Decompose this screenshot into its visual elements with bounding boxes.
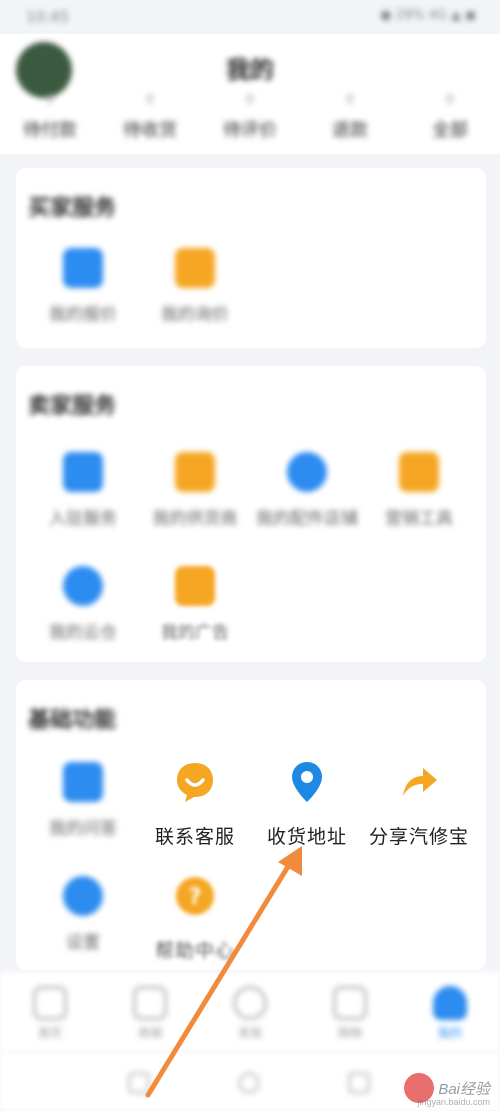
menu-item-share-app[interactable]: 分享汽修宝 — [364, 760, 474, 860]
share-arrow-icon — [403, 768, 437, 796]
menu-item-marketing-tools[interactable]: 营销工具 — [364, 452, 474, 552]
tab-label: 购物 — [337, 1026, 362, 1040]
menu-item-label: 我的问答 — [49, 819, 117, 839]
menu-item-label: 联系客服 — [154, 826, 235, 848]
stat-label: 退款 — [332, 120, 368, 141]
tab-mine[interactable]: 我的 — [400, 972, 500, 1052]
tab-label: 首页 — [37, 1026, 62, 1040]
location-pin-icon — [292, 762, 322, 802]
order-stats: 0 待付款 0 待收货 0 待评价 0 退款 0 全部 — [0, 92, 500, 142]
menu-item-label: 设置 — [66, 933, 100, 953]
menu-item-my-quotes[interactable]: 我的报价 — [28, 248, 138, 348]
menu-item-label: 我的供货商 — [152, 509, 238, 529]
recents-icon[interactable] — [128, 1072, 150, 1094]
status-bar: 10:45 ● 28% 4G ▲ ◼ — [0, 0, 500, 34]
menu-item-label: 我的配件店铺 — [256, 509, 358, 529]
menu-item-my-parts-shop[interactable]: 我的配件店铺 — [252, 452, 362, 552]
stat-label: 待付款 — [23, 120, 77, 141]
tab-label: 商城 — [137, 1026, 162, 1040]
menu-item-label: 我的询价 — [161, 305, 229, 325]
cloud-icon — [63, 566, 103, 606]
stat-label: 待收货 — [123, 120, 177, 141]
help-icon: ? — [176, 877, 214, 915]
tab-mall[interactable]: 商城 — [100, 972, 200, 1052]
profile-header: 我的 0 待付款 0 待收货 0 待评价 0 退款 0 全部 — [0, 34, 500, 154]
stat-count: 0 — [446, 92, 454, 106]
tools-icon — [399, 452, 439, 492]
message-icon — [175, 248, 215, 288]
compass-icon — [233, 986, 267, 1020]
stat-pending-review[interactable]: 0 待评价 — [200, 92, 300, 142]
bottom-tab-bar: 首页 商城 发现 购物 我的 — [0, 972, 500, 1052]
home-icon — [33, 986, 67, 1020]
menu-item-help-center[interactable]: ? 帮助中心 — [140, 874, 250, 974]
section-title: 买家服务 — [28, 196, 117, 221]
menu-item-my-cloud-warehouse[interactable]: 我的云仓 — [28, 566, 138, 666]
menu-item-my-ads[interactable]: 我的广告 — [140, 566, 250, 666]
section-title: 基础功能 — [28, 708, 117, 733]
watermark-url: jingyan.baidu.com — [417, 1097, 490, 1107]
shop-icon — [287, 452, 327, 492]
svg-text:?: ? — [189, 885, 202, 910]
tab-cart[interactable]: 购物 — [300, 972, 400, 1052]
stat-count: 0 — [146, 92, 154, 106]
back-icon[interactable] — [348, 1072, 370, 1094]
menu-item-my-qa[interactable]: 我的问答 — [28, 762, 138, 862]
menu-item-label: 我的广告 — [161, 623, 229, 643]
document-icon — [63, 248, 103, 288]
chat-icon — [63, 762, 103, 802]
stat-pending-receipt[interactable]: 0 待收货 — [100, 92, 200, 142]
menu-item-label: 营销工具 — [385, 509, 453, 529]
stat-refund[interactable]: 0 退款 — [300, 92, 400, 142]
tab-discover[interactable]: 发现 — [200, 972, 300, 1052]
stat-count: 0 — [246, 92, 254, 106]
stat-count: 0 — [346, 92, 354, 106]
basic-functions-card: 基础功能 我的问答 联系客服 收货地址 分享汽修宝 设置 ? 帮助中心 — [16, 680, 486, 970]
home-button-icon[interactable] — [238, 1072, 260, 1094]
supplier-icon — [175, 452, 215, 492]
customer-service-icon — [177, 763, 213, 802]
menu-item-label: 收货地址 — [266, 826, 347, 848]
seller-services-card: 卖家服务 入驻服务 我的供货商 我的配件店铺 营销工具 我的云仓 我的广告 — [16, 366, 486, 662]
menu-item-contact-service[interactable]: 联系客服 — [140, 760, 250, 860]
watermark: Bai经验 jingyan.baidu.com — [404, 1073, 490, 1107]
buyer-services-card: 买家服务 我的报价 我的询价 — [16, 168, 486, 348]
cart-icon — [333, 986, 367, 1020]
menu-item-my-inquiries[interactable]: 我的询价 — [140, 248, 250, 348]
menu-item-shipping-address[interactable]: 收货地址 — [252, 760, 362, 860]
ad-icon — [175, 566, 215, 606]
stat-count: 0 — [46, 92, 54, 106]
person-icon — [433, 986, 467, 1020]
menu-item-settings[interactable]: 设置 — [28, 876, 138, 976]
page-title: 我的 — [226, 56, 274, 84]
menu-item-label: 帮助中心 — [154, 940, 235, 962]
grid-icon — [133, 986, 167, 1020]
menu-item-label: 入驻服务 — [49, 509, 117, 529]
status-time: 10:45 — [26, 8, 70, 26]
store-icon — [63, 452, 103, 492]
tab-label: 发现 — [237, 1026, 262, 1040]
settings-icon — [63, 876, 103, 916]
menu-item-label: 我的报价 — [49, 305, 117, 325]
section-title: 卖家服务 — [28, 394, 117, 419]
menu-item-settle-in[interactable]: 入驻服务 — [28, 452, 138, 552]
status-indicators: ● 28% 4G ▲ ◼ — [380, 8, 476, 23]
menu-item-label: 我的云仓 — [49, 623, 117, 643]
tab-home[interactable]: 首页 — [0, 972, 100, 1052]
stat-label: 待评价 — [223, 120, 277, 141]
stat-pending-payment[interactable]: 0 待付款 — [0, 92, 100, 142]
watermark-text: Bai经验 — [438, 1080, 490, 1098]
stat-label: 全部 — [432, 120, 468, 141]
stat-all[interactable]: 0 全部 — [400, 92, 500, 142]
menu-item-label: 分享汽修宝 — [368, 826, 469, 848]
tab-label: 我的 — [437, 1026, 462, 1040]
menu-item-my-suppliers[interactable]: 我的供货商 — [140, 452, 250, 552]
